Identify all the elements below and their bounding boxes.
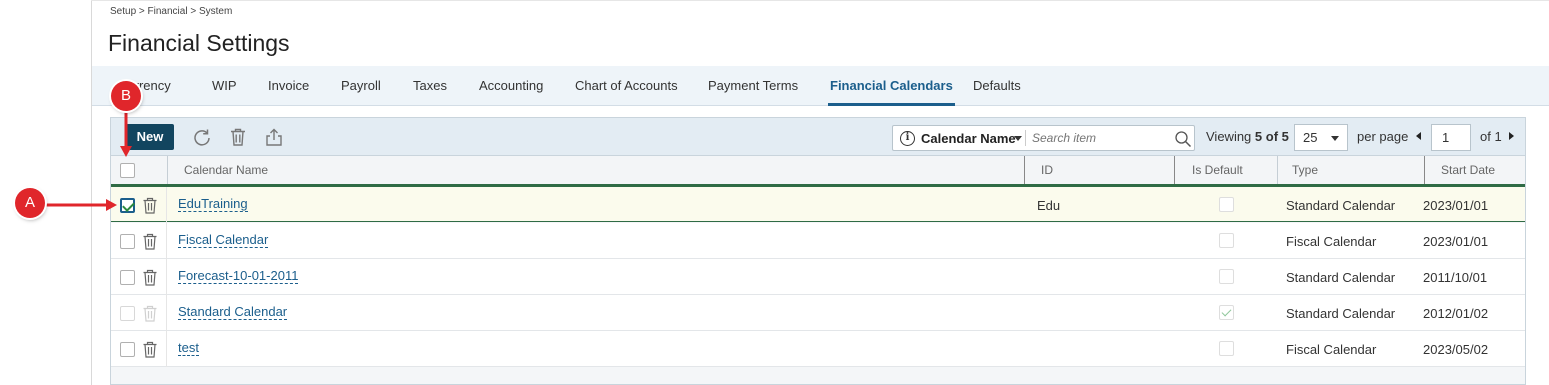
delete-row-icon[interactable] — [142, 269, 158, 286]
tab-bar: Currency WIP Invoice Payroll Taxes Accou… — [92, 66, 1549, 106]
table-row[interactable]: Fiscal Calendar Fiscal Calendar 2023/01/… — [111, 223, 1525, 259]
search-field-selector[interactable]: Calendar Name — [921, 131, 1016, 146]
tab-invoice[interactable]: Invoice — [268, 66, 309, 106]
table-row[interactable]: test Fiscal Calendar 2023/05/02 — [111, 331, 1525, 367]
calendar-name-link[interactable]: Fiscal Calendar — [178, 232, 269, 248]
column-divider — [1277, 156, 1278, 184]
select-all-checkbox[interactable] — [120, 163, 135, 178]
chevron-down-icon — [1331, 136, 1339, 141]
tab-payroll[interactable]: Payroll — [341, 66, 381, 106]
row-divider — [166, 295, 167, 331]
total-pages-label: of 1 — [1480, 129, 1502, 144]
column-header-calendar-name[interactable]: Calendar Name — [184, 156, 268, 184]
row-checkbox[interactable] — [120, 198, 135, 213]
table-row[interactable]: Standard Calendar Standard Calendar 2012… — [111, 295, 1525, 331]
table-row[interactable]: EduTraining Edu Standard Calendar 2023/0… — [111, 186, 1525, 223]
refresh-icon[interactable] — [192, 127, 212, 147]
column-resize-handle[interactable] — [1424, 156, 1425, 184]
grid-toolbar: New i Calendar Name Viewing 5 of 5 25 pe… — [111, 118, 1525, 156]
page-left-border — [91, 0, 92, 385]
per-page-select[interactable]: 25 — [1294, 124, 1348, 151]
next-page-icon[interactable] — [1509, 132, 1514, 140]
tab-financial-calendars[interactable]: Financial Calendars — [828, 66, 955, 106]
row-checkbox[interactable] — [120, 234, 135, 249]
page-top-border — [91, 0, 1549, 1]
row-divider — [166, 331, 167, 367]
is-default-checkbox — [1219, 233, 1234, 248]
viewing-label: Viewing — [1206, 129, 1252, 144]
calendar-type: Fiscal Calendar — [1286, 234, 1377, 249]
per-page-label: per page — [1357, 129, 1409, 144]
calendar-name-link[interactable]: Forecast-10-01-2011 — [178, 268, 299, 284]
row-divider — [166, 223, 167, 259]
tab-taxes[interactable]: Taxes — [413, 66, 447, 106]
is-default-checkbox — [1219, 341, 1234, 356]
calendar-type: Fiscal Calendar — [1286, 342, 1377, 357]
callout-b-badge: B — [111, 81, 141, 111]
search-input[interactable] — [1030, 128, 1160, 148]
row-checkbox[interactable] — [120, 342, 135, 357]
is-default-checkbox — [1219, 197, 1234, 212]
tab-payment-terms[interactable]: Payment Terms — [708, 66, 798, 106]
start-date: 2012/01/02 — [1423, 306, 1489, 321]
breadcrumb: Setup > Financial > System — [110, 6, 233, 17]
search-divider — [1025, 130, 1026, 146]
viewing-count: 5 of 5 — [1254, 129, 1289, 144]
calendar-type: Standard Calendar — [1286, 306, 1396, 321]
row-divider — [166, 187, 167, 223]
column-resize-handle[interactable] — [1174, 156, 1175, 184]
column-header-start-date[interactable]: Start Date — [1441, 156, 1495, 184]
search-icon[interactable] — [1174, 130, 1192, 148]
new-button[interactable]: New — [126, 124, 174, 150]
tab-defaults[interactable]: Defaults — [973, 66, 1021, 106]
is-default-checkbox — [1219, 269, 1234, 284]
column-header-type[interactable]: Type — [1292, 156, 1318, 184]
column-divider — [167, 156, 168, 184]
row-checkbox[interactable] — [120, 270, 135, 285]
table-row[interactable]: Forecast-10-01-2011 Standard Calendar 20… — [111, 259, 1525, 295]
tab-wip[interactable]: WIP — [212, 66, 237, 106]
search-bar: i Calendar Name — [892, 125, 1195, 151]
calendar-id: Edu — [1037, 198, 1061, 213]
info-icon[interactable]: i — [900, 131, 915, 146]
delete-row-icon[interactable] — [142, 197, 158, 214]
delete-row-icon[interactable] — [142, 233, 158, 250]
calendar-name-link[interactable]: test — [178, 340, 199, 356]
start-date: 2023/05/02 — [1423, 342, 1489, 357]
column-resize-handle[interactable] — [1024, 156, 1025, 184]
start-date: 2023/01/01 — [1423, 234, 1489, 249]
calendar-name-link[interactable]: EduTraining — [178, 196, 248, 212]
is-default-checkbox — [1219, 305, 1234, 320]
delete-row-icon[interactable] — [142, 341, 158, 358]
column-header-id[interactable]: ID — [1041, 156, 1053, 184]
viewing-status: Viewing 5 of 5 — [1206, 129, 1289, 144]
page-title: Financial Settings — [108, 30, 290, 56]
column-header-is-default[interactable]: Is Default — [1192, 156, 1243, 184]
export-icon[interactable] — [264, 127, 284, 147]
start-date: 2023/01/01 — [1423, 198, 1489, 213]
tab-chart-of-accounts[interactable]: Chart of Accounts — [575, 66, 678, 106]
calendar-type: Standard Calendar — [1286, 270, 1396, 285]
page-number-input[interactable]: 1 — [1431, 124, 1471, 151]
grid-header: Calendar Name ID Is Default Type Start D… — [111, 156, 1525, 186]
row-checkbox — [120, 306, 135, 321]
delete-icon[interactable] — [228, 127, 248, 147]
per-page-value: 25 — [1303, 130, 1318, 145]
callout-a-badge: A — [15, 188, 45, 218]
calendar-type: Standard Calendar — [1286, 198, 1396, 213]
chevron-down-icon[interactable] — [1014, 136, 1022, 141]
row-divider — [166, 259, 167, 295]
delete-row-icon — [142, 305, 158, 322]
previous-page-icon[interactable] — [1416, 132, 1421, 140]
tab-accounting[interactable]: Accounting — [479, 66, 543, 106]
calendar-name-link[interactable]: Standard Calendar — [178, 304, 288, 320]
calendars-grid-panel: New i Calendar Name Viewing 5 of 5 25 pe… — [110, 117, 1526, 385]
start-date: 2011/10/01 — [1423, 270, 1488, 285]
